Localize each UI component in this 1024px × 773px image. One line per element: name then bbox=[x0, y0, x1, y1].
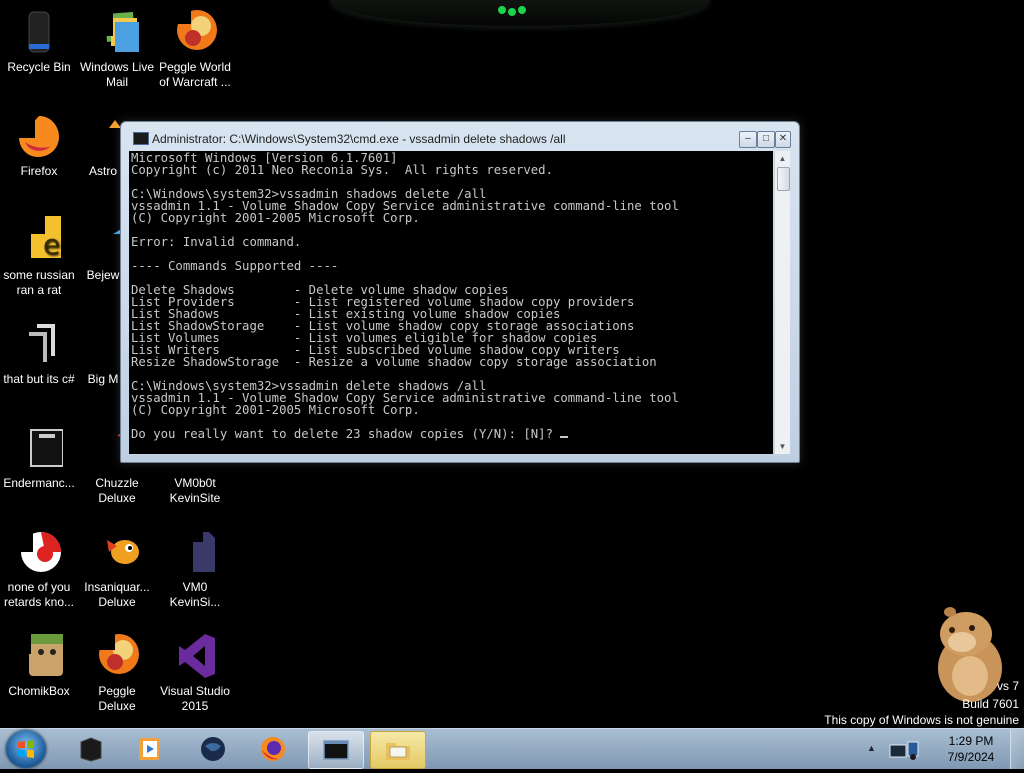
icon-label: Peggle World of Warcraft ... bbox=[159, 60, 231, 89]
folder-icon bbox=[386, 743, 410, 760]
icon-label: Insaniquar... Deluxe bbox=[84, 580, 150, 609]
taskbar-item-explorer[interactable] bbox=[370, 731, 426, 769]
peggle-icon bbox=[93, 632, 139, 674]
desktop-icon-some-russian-ran-a-rat[interactable]: e some russian ran a rat bbox=[0, 216, 78, 298]
start-button[interactable] bbox=[6, 730, 46, 768]
recycle-bin-icon bbox=[28, 11, 50, 53]
desktop-icon-recycle-bin[interactable]: Recycle Bin bbox=[0, 8, 78, 75]
icon-label: Visual Studio 2015 bbox=[160, 684, 230, 713]
cmd-icon bbox=[323, 740, 349, 760]
firefox-icon bbox=[261, 737, 285, 761]
icon-label: Windows Live Mail bbox=[79, 60, 155, 89]
desktop-icon-firefox[interactable]: Firefox bbox=[0, 112, 78, 179]
indicator-lights-icon bbox=[498, 6, 526, 16]
show-hidden-icons-button[interactable]: ▲ bbox=[867, 743, 877, 755]
icon-label: VM0b0t KevinSite bbox=[169, 476, 221, 505]
mail-icon bbox=[93, 8, 139, 52]
media-player-icon bbox=[139, 738, 159, 760]
firefox-icon bbox=[15, 112, 59, 157]
console-output[interactable]: Microsoft Windows [Version 6.1.7601] Cop… bbox=[129, 151, 773, 454]
desktop-icon-visual-studio-2015[interactable]: Visual Studio 2015 bbox=[156, 632, 234, 714]
icon-label: Recycle Bin bbox=[7, 60, 71, 74]
window-title: Administrator: C:\Windows\System32\cmd.e… bbox=[152, 132, 566, 146]
top-gadget bbox=[330, 0, 710, 26]
desktop-icon-chomikbox[interactable]: ChomikBox bbox=[0, 632, 78, 699]
globe-icon bbox=[201, 737, 225, 761]
shortcut-icon bbox=[29, 324, 55, 362]
icon-label: some russian ran a rat bbox=[3, 268, 75, 297]
close-button[interactable]: ✕ bbox=[775, 131, 791, 148]
system-tray: ▲ 1:29 PM 7/9/2024 bbox=[864, 729, 1024, 769]
show-desktop-button[interactable] bbox=[1010, 729, 1024, 769]
network-icon[interactable] bbox=[888, 739, 922, 761]
text-cursor bbox=[560, 436, 569, 438]
peggle-icon bbox=[171, 8, 217, 50]
windows-logo-icon bbox=[18, 740, 34, 758]
chrome-like-icon bbox=[15, 528, 61, 572]
taskbar: ▲ 1:29 PM 7/9/2024 bbox=[0, 728, 1024, 769]
clock-date: 7/9/2024 bbox=[947, 750, 995, 764]
terminal-app-icon bbox=[80, 737, 102, 762]
application-icon bbox=[30, 429, 63, 467]
scroll-thumb[interactable] bbox=[777, 167, 790, 191]
icon-label: ChomikBox bbox=[8, 684, 70, 698]
hamster-app-icon bbox=[15, 632, 63, 676]
watermark-edition: vs 7 bbox=[996, 679, 1019, 693]
fish-icon bbox=[93, 528, 139, 564]
icon-label: Endermanc... bbox=[3, 476, 75, 490]
svg-text:e: e bbox=[43, 228, 60, 261]
icon-label: Firefox bbox=[20, 164, 58, 178]
cmd-icon bbox=[133, 132, 149, 145]
desktop-icon-peggle-deluxe[interactable]: Peggle Deluxe bbox=[78, 632, 156, 714]
icon-label: Chuzzle Deluxe bbox=[95, 476, 139, 505]
visual-studio-icon bbox=[171, 632, 215, 678]
scroll-down-arrow-icon[interactable]: ▼ bbox=[775, 439, 790, 454]
window-titlebar[interactable]: Administrator: C:\Windows\System32\cmd.e… bbox=[121, 122, 799, 148]
desktop-icon-vm0-kevinsite[interactable]: VM0 KevinSi... bbox=[156, 528, 234, 610]
minimize-button[interactable]: – bbox=[739, 131, 757, 148]
maximize-button[interactable]: □ bbox=[757, 131, 775, 148]
clock[interactable]: 1:29 PM 7/9/2024 bbox=[936, 733, 1006, 765]
taskbar-item-cmd[interactable] bbox=[308, 731, 364, 769]
desktop-icon-none-of-you[interactable]: none of you retards kno... bbox=[0, 528, 78, 610]
taskbar-item-media-player[interactable] bbox=[122, 731, 176, 767]
icon-label: that but its c# bbox=[3, 372, 75, 386]
watermark-not-genuine: This copy of Windows is not genuine bbox=[824, 713, 1019, 727]
document-e-icon: e bbox=[31, 216, 61, 261]
desktop-icon-endermanch[interactable]: Endermanc... bbox=[0, 424, 78, 491]
desktop-icon-that-but-its-csharp[interactable]: that but its c# bbox=[0, 320, 78, 387]
icon-label: VM0 KevinSi... bbox=[169, 580, 221, 609]
console-text: Microsoft Windows [Version 6.1.7601] Cop… bbox=[131, 151, 679, 441]
taskbar-item-terminal-app[interactable] bbox=[64, 731, 118, 767]
icon-label: none of you retards kno... bbox=[3, 580, 75, 609]
cmd-window[interactable]: Administrator: C:\Windows\System32\cmd.e… bbox=[120, 121, 800, 463]
desktop-icon-windows-live-mail[interactable]: Windows Live Mail bbox=[78, 8, 156, 90]
scroll-up-arrow-icon[interactable]: ▲ bbox=[775, 151, 790, 166]
vertical-scrollbar[interactable]: ▲ ▼ bbox=[774, 151, 790, 454]
icon-label: Peggle Deluxe bbox=[98, 684, 136, 713]
desktop-icon-insaniquarium-deluxe[interactable]: Insaniquar... Deluxe bbox=[78, 528, 156, 610]
watermark-build: Build 7601 bbox=[962, 697, 1019, 711]
clock-time: 1:29 PM bbox=[948, 734, 994, 748]
taskbar-item-globe-app[interactable] bbox=[186, 731, 240, 767]
desktop: Recycle Bin Firefox e some russian ran a… bbox=[0, 0, 1024, 728]
file-icon bbox=[193, 532, 215, 572]
taskbar-item-firefox[interactable] bbox=[246, 731, 300, 767]
desktop-icon-peggle-world-of-warcraft[interactable]: Peggle World of Warcraft ... bbox=[156, 8, 234, 90]
